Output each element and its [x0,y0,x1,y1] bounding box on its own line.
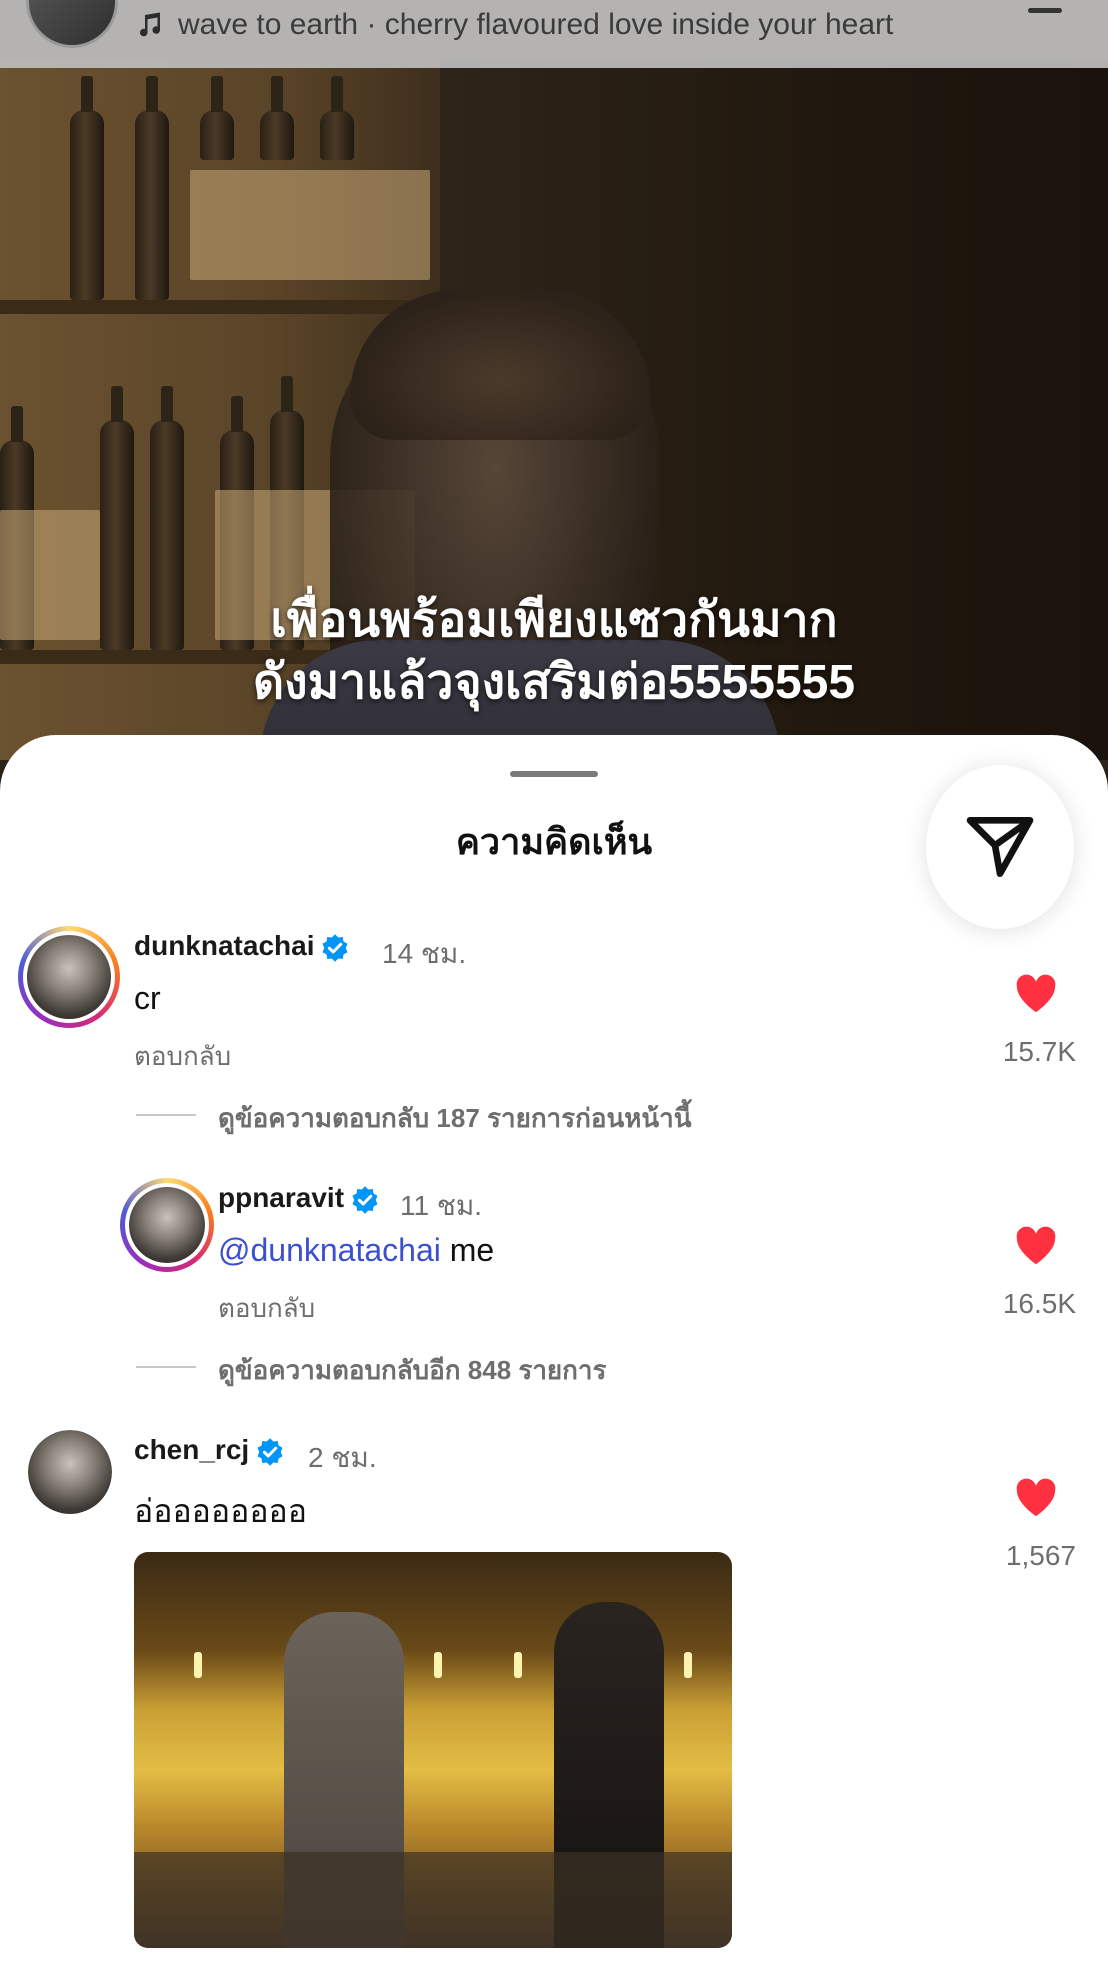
music-track-label[interactable]: wave to earth · cherry flavoured love in… [178,8,893,42]
bottle [200,76,234,160]
username-text[interactable]: ppnaravit [218,1182,344,1213]
like-count: 15.7K [1002,1036,1076,1067]
avatar[interactable] [120,1178,214,1272]
avatar-photo [129,1187,205,1263]
comment-text: cr [134,980,161,1016]
gif-light [434,1652,442,1678]
more-options-icon[interactable] [1028,8,1062,13]
verified-badge-icon [257,1437,283,1466]
avatar-photo [28,1430,112,1514]
like-count: 16.5K [1002,1288,1076,1319]
comment-text: @dunknatachai me [218,1232,494,1269]
comment-username[interactable]: chen_rcj [134,1434,285,1467]
comment-username[interactable]: ppnaravit [218,1182,380,1215]
avatar[interactable] [18,926,120,1028]
video-caption-line-2: ดังมาแล้วจุงเสริมต่อ5555555 [252,656,856,709]
comment-gif-image[interactable] [134,1552,732,1948]
comment-text-body: me [440,1232,495,1268]
username-text[interactable]: dunknatachai [134,930,314,961]
bottle [260,76,294,160]
heart-icon[interactable] [1014,1226,1058,1266]
gif-light [194,1652,202,1678]
reply-button[interactable]: ตอบกลับ [218,1288,315,1329]
like-count: 1,567 [1005,1540,1076,1571]
reply-button[interactable]: ตอบกลับ [134,1036,231,1077]
music-note-icon [140,12,161,37]
heart-icon[interactable] [1014,1478,1058,1518]
video-background[interactable]: เพื่อนพร้อมเพียงแซวกันมาก ดังมาแล้วจุงเส… [0,0,1108,790]
username-text[interactable]: chen_rcj [134,1434,249,1465]
comment-time: 11 ชม. [400,1190,483,1221]
now-playing-bar: wave to earth · cherry flavoured love in… [0,0,1108,68]
gif-light [684,1652,692,1678]
shelf-plank [0,300,450,314]
poster-avatar[interactable] [26,0,118,48]
heart-icon[interactable] [1014,974,1058,1014]
comment-text: อ่ออออออออ [134,1493,307,1529]
share-button[interactable] [926,765,1074,929]
comment-username[interactable]: dunknatachai [134,930,350,963]
verified-badge-icon [322,933,348,962]
gif-light [514,1652,522,1678]
mention-link[interactable]: @dunknatachai [218,1232,441,1268]
replies-divider [136,1366,196,1368]
comment-time: 14 ชม. [382,938,467,969]
avatar-photo [27,935,111,1019]
bottle [320,76,354,160]
bottle [135,76,169,300]
avatar[interactable] [28,1430,112,1514]
gif-table [134,1852,732,1948]
view-replies-link[interactable]: ดูข้อความตอบกลับอีก 848 รายการ [218,1350,606,1391]
bottle [70,76,104,300]
view-replies-link[interactable]: ดูข้อความตอบกลับ 187 รายการก่อนหน้านี้ [218,1098,692,1139]
person-hair [350,290,650,440]
verified-badge-icon [352,1185,378,1214]
sheet-grabber[interactable] [510,771,598,777]
send-icon [966,817,1034,877]
replies-divider [136,1114,196,1116]
wine-crate [190,170,430,280]
comment-time: 2 ชม. [308,1442,377,1473]
